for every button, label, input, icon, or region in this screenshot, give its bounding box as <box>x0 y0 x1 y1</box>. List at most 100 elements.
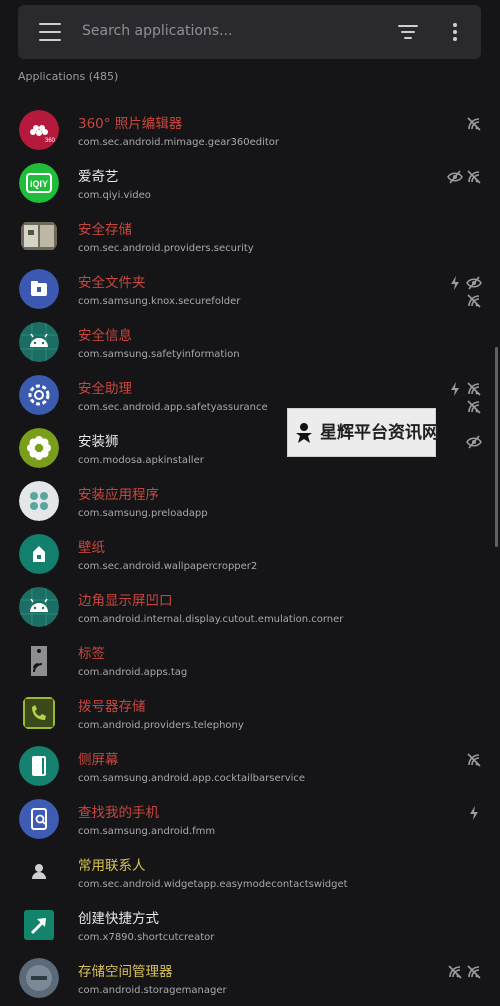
bolt-icon <box>447 275 463 291</box>
no-internet-icon <box>466 964 482 980</box>
gear360-icon: 360 <box>19 110 59 150</box>
app-list-item[interactable]: 侧屏幕 com.samsung.android.app.cocktailbarse… <box>0 739 500 792</box>
app-package: com.sec.android.mimage.gear360editor <box>78 137 280 148</box>
app-flags <box>442 434 482 452</box>
app-list-item[interactable]: 边角显示屏凹口 com.android.internal.display.cuto… <box>0 580 500 633</box>
watermark-logo-icon <box>296 423 312 443</box>
watermark-text: 星辉平台资讯网 <box>320 423 439 443</box>
hidden-icon <box>466 434 482 450</box>
app-list-item[interactable]: 安全信息 com.samsung.safetyinformation <box>0 315 500 368</box>
app-name: 安装应用程序 <box>78 487 159 503</box>
app-list-item[interactable]: 常用联系人 com.sec.android.widgetapp.easymodec… <box>0 845 500 898</box>
no-internet-icon <box>466 169 482 185</box>
flower-icon <box>19 428 59 468</box>
app-list-item[interactable]: iQIY 爱奇艺 com.qiyi.video <box>0 156 500 209</box>
settings-gear-icon <box>19 375 59 415</box>
app-package: com.android.storagemanager <box>78 985 227 996</box>
bolt-icon <box>466 805 482 821</box>
app-package: com.x7890.shortcutcreator <box>78 932 215 943</box>
filter-icon[interactable] <box>398 25 418 39</box>
app-name: 边角显示屏凹口 <box>78 593 173 609</box>
app-list-item[interactable]: 拨号器存储 com.android.providers.telephony <box>0 686 500 739</box>
watermark: 星辉平台资讯网 <box>287 408 439 457</box>
app-package: com.samsung.safetyinformation <box>78 349 240 360</box>
app-package: com.modosa.apkinstaller <box>78 455 204 466</box>
no-internet-icon <box>466 752 482 768</box>
app-name: 查找我的手机 <box>78 805 159 821</box>
nfc-tag-icon <box>19 640 59 680</box>
app-name: 壁纸 <box>78 540 105 556</box>
edge-screen-icon <box>19 746 59 786</box>
storage-manager-icon <box>19 958 59 998</box>
hidden-icon <box>447 169 463 185</box>
no-internet-icon <box>466 293 482 309</box>
app-package: com.samsung.android.fmm <box>78 826 216 837</box>
app-list-item[interactable]: 安全文件夹 com.samsung.knox.securefolder <box>0 262 500 315</box>
app-package: com.sec.android.app.safetyassurance <box>78 402 268 413</box>
shortcut-arrow-icon <box>19 905 59 945</box>
preload-app-icon <box>19 481 59 521</box>
search-bar[interactable]: Search applications... <box>18 5 481 59</box>
hidden-icon <box>466 275 482 291</box>
section-title: Applications (485) <box>18 70 119 83</box>
svg-text:360: 360 <box>45 138 56 144</box>
app-flags <box>442 805 482 823</box>
app-list: 360 360° 照片编辑器 com.sec.android.mimage.gear… <box>0 103 500 1004</box>
app-package: com.android.internal.display.cutout.emul… <box>78 614 344 625</box>
svg-text:iQIY: iQIY <box>30 179 48 189</box>
no-internet-icon <box>466 116 482 132</box>
app-name: 爱奇艺 <box>78 169 119 185</box>
app-flags <box>442 116 482 134</box>
app-list-item[interactable]: 查找我的手机 com.samsung.android.fmm <box>0 792 500 845</box>
app-flags <box>442 275 482 311</box>
wallpaper-icon <box>19 534 59 574</box>
security-storage-icon <box>19 216 59 256</box>
hamburger-menu-icon[interactable] <box>39 23 61 41</box>
app-package: com.sec.android.widgetapp.easymodecontac… <box>78 879 348 890</box>
app-flags <box>442 752 482 770</box>
app-package: com.sec.android.providers.security <box>78 243 254 254</box>
app-list-item[interactable]: 创建快捷方式 com.x7890.shortcutcreator <box>0 898 500 951</box>
app-package: com.android.apps.tag <box>78 667 188 678</box>
android-icon <box>19 322 59 362</box>
app-name: 创建快捷方式 <box>78 911 159 927</box>
app-flags <box>442 169 482 187</box>
bolt-icon <box>447 381 463 397</box>
app-list-item[interactable]: 存储空间管理器 com.android.storagemanager <box>0 951 500 1004</box>
app-name: 安全文件夹 <box>78 275 146 291</box>
app-name: 拨号器存储 <box>78 699 146 715</box>
app-package: com.sec.android.wallpapercropper2 <box>78 561 258 572</box>
app-name: 安装狮 <box>78 434 119 450</box>
app-list-item[interactable]: 壁纸 com.sec.android.wallpapercropper2 <box>0 527 500 580</box>
no-internet-icon <box>466 399 482 415</box>
app-list-item[interactable]: 安全存储 com.sec.android.providers.security <box>0 209 500 262</box>
app-name: 安全存储 <box>78 222 132 238</box>
phone-icon <box>19 693 59 733</box>
app-flags <box>442 381 482 417</box>
app-list-item[interactable]: 安装应用程序 com.samsung.preloadapp <box>0 474 500 527</box>
app-name: 安全助理 <box>78 381 132 397</box>
android-icon <box>19 587 59 627</box>
app-name: 侧屏幕 <box>78 752 119 768</box>
app-package: com.samsung.android.app.cocktailbarservi… <box>78 773 306 784</box>
no-internet-icon <box>447 964 463 980</box>
find-phone-icon <box>19 799 59 839</box>
iqiyi-icon: iQIY <box>19 163 59 203</box>
app-name: 存储空间管理器 <box>78 964 173 980</box>
app-list-item[interactable]: 标签 com.android.apps.tag <box>0 633 500 686</box>
search-input[interactable]: Search applications... <box>82 23 232 39</box>
more-vertical-icon[interactable] <box>452 23 458 43</box>
app-package: com.samsung.knox.securefolder <box>78 296 241 307</box>
app-flags <box>442 964 482 982</box>
secure-folder-icon <box>19 269 59 309</box>
no-internet-icon <box>466 381 482 397</box>
app-name: 360° 照片编辑器 <box>78 116 183 132</box>
scrollbar[interactable] <box>495 347 498 547</box>
app-list-item[interactable]: 360 360° 照片编辑器 com.sec.android.mimage.gear… <box>0 103 500 156</box>
app-package: com.samsung.preloadapp <box>78 508 208 519</box>
app-name: 标签 <box>78 646 105 662</box>
app-name: 安全信息 <box>78 328 132 344</box>
app-package: com.android.providers.telephony <box>78 720 244 731</box>
contact-person-icon <box>19 852 59 892</box>
app-name: 常用联系人 <box>78 858 146 874</box>
